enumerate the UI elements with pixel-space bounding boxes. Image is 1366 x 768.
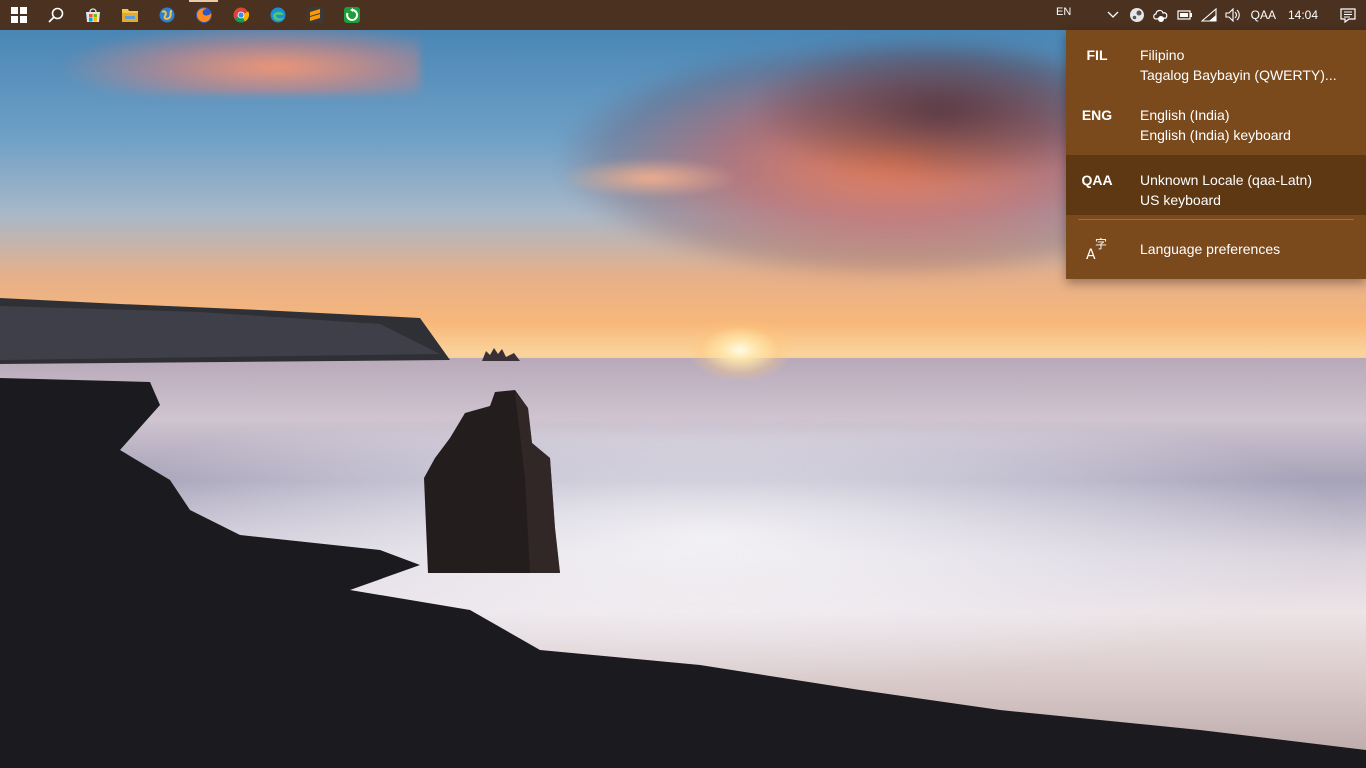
language-code: ENG — [1081, 107, 1113, 123]
language-preferences-label: Language preferences — [1140, 241, 1281, 257]
system-tray: QAA 14:04 — [1101, 0, 1366, 30]
language-name: English (India) — [1140, 107, 1230, 123]
input-method-indicator[interactable]: QAA — [1245, 8, 1282, 22]
firefox-button[interactable] — [185, 0, 222, 30]
cloud — [60, 25, 420, 95]
steam-tray-button[interactable] — [1125, 0, 1149, 30]
taskbar: EN QAA 14:04 — [0, 0, 1366, 30]
cliff — [0, 298, 450, 364]
update-app-button[interactable] — [333, 0, 370, 30]
onedrive-tray-button[interactable] — [1149, 0, 1173, 30]
language-name: Unknown Locale (qaa-Latn) — [1140, 172, 1312, 188]
search-icon — [47, 7, 63, 23]
language-code: FIL — [1086, 47, 1108, 63]
language-name: Filipino — [1140, 47, 1185, 63]
file-explorer-button[interactable] — [111, 0, 148, 30]
notification-icon — [1340, 7, 1356, 23]
language-code: QAA — [1081, 172, 1113, 188]
steam-icon — [1129, 8, 1144, 22]
sublime-text-button[interactable] — [296, 0, 333, 30]
volume-tray-button[interactable] — [1221, 0, 1245, 30]
divider — [1078, 219, 1354, 220]
action-center-button[interactable] — [1330, 0, 1366, 30]
language-option-unknown-locale[interactable]: QAA Unknown Locale (qaa-Latn) US keyboar… — [1066, 155, 1366, 215]
start-button[interactable] — [0, 0, 37, 30]
keyboard-language-indicator[interactable]: EN — [1056, 6, 1071, 18]
store-bag-icon — [85, 8, 100, 22]
cloud-sync-icon — [1152, 9, 1168, 22]
sea-stack-rock — [424, 390, 560, 573]
folder-icon — [121, 9, 138, 22]
edge-icon — [270, 7, 285, 23]
language-translate-icon: A 字 — [1086, 236, 1107, 261]
chrome-button[interactable] — [222, 0, 259, 30]
keyboard-layout: English (India) keyboard — [1140, 127, 1291, 143]
firefox-icon — [195, 7, 212, 23]
battery-icon — [1177, 10, 1192, 20]
sublime-icon — [306, 7, 323, 23]
language-preferences-link[interactable]: A 字 Language preferences — [1066, 225, 1366, 273]
battery-tray-button[interactable] — [1173, 0, 1197, 30]
svg-text:字: 字 — [1095, 236, 1107, 251]
store-button[interactable] — [74, 0, 111, 30]
keyboard-layout: US keyboard — [1140, 192, 1221, 208]
windows-logo-icon — [10, 7, 27, 23]
cloud — [560, 158, 740, 198]
language-option-filipino[interactable]: FIL Filipino Tagalog Baybayin (QWERTY)..… — [1066, 30, 1366, 90]
speaker-icon — [1225, 8, 1240, 22]
globe-browser-button[interactable] — [148, 0, 185, 30]
language-option-english-india[interactable]: ENG English (India) English (India) keyb… — [1066, 90, 1366, 150]
network-tray-button[interactable] — [1197, 0, 1221, 30]
chevron-up-icon — [1107, 11, 1119, 18]
chrome-icon — [233, 7, 249, 23]
clock[interactable]: 14:04 — [1282, 8, 1330, 22]
globe-icon — [159, 7, 174, 23]
edge-button[interactable] — [259, 0, 296, 30]
green-update-icon — [343, 7, 360, 23]
input-language-flyout: FIL Filipino Tagalog Baybayin (QWERTY)..… — [1066, 30, 1366, 279]
wifi-icon — [1200, 8, 1217, 22]
keyboard-layout: Tagalog Baybayin (QWERTY)... — [1140, 67, 1337, 83]
black-sand-beach — [0, 378, 1366, 768]
search-button[interactable] — [37, 0, 74, 30]
show-hidden-icons-button[interactable] — [1101, 0, 1125, 30]
